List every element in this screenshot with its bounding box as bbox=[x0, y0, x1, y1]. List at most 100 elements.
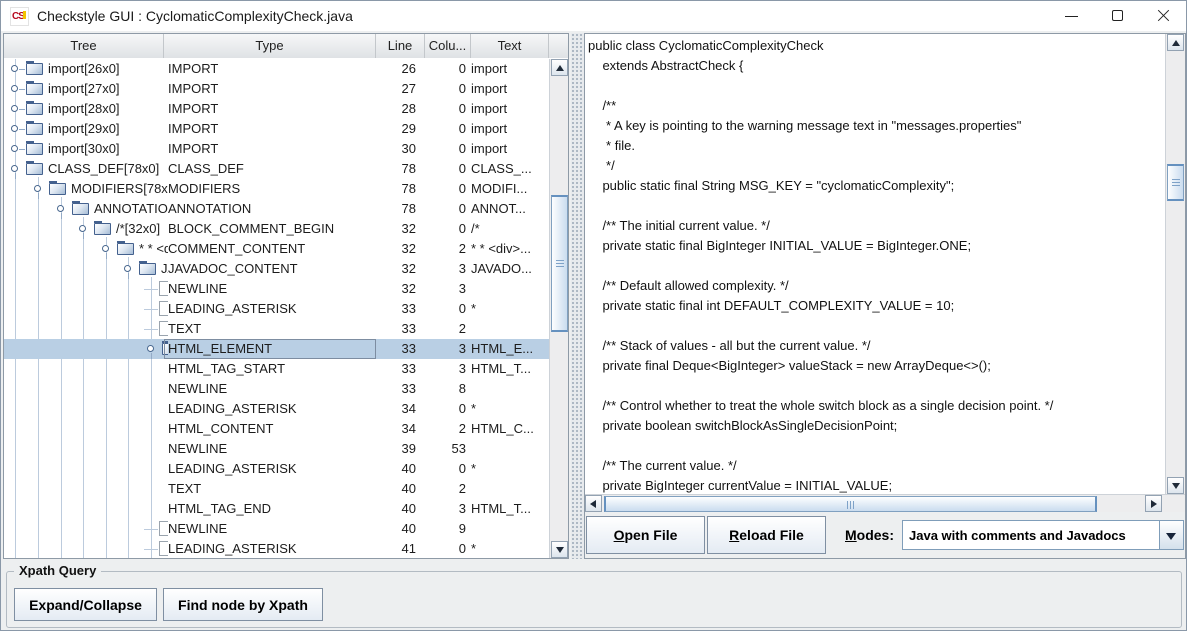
code-line bbox=[588, 436, 1165, 456]
table-row[interactable]: import[27x0]IMPORT270import bbox=[4, 79, 549, 99]
scroll-right-button[interactable] bbox=[1145, 495, 1162, 512]
column-header-type[interactable]: Type bbox=[164, 34, 376, 58]
table-row[interactable]: HTML_TAG_END403HTML_T... bbox=[4, 499, 549, 519]
code-scrollbar-thumb[interactable] bbox=[1167, 164, 1184, 201]
table-scrollbar-thumb[interactable] bbox=[551, 195, 568, 332]
table-row[interactable]: TEXT332 bbox=[4, 319, 549, 339]
expand-collapse-button[interactable]: Expand/Collapse bbox=[14, 588, 157, 621]
tree-expand-handle[interactable] bbox=[102, 245, 109, 252]
open-file-button[interactable]: Open File bbox=[586, 516, 705, 554]
scroll-up-button[interactable] bbox=[551, 59, 568, 76]
column-header-text[interactable]: Text bbox=[471, 34, 549, 58]
scroll-up-button[interactable] bbox=[1167, 34, 1184, 51]
table-row[interactable]: import[28x0]IMPORT280import bbox=[4, 99, 549, 119]
table-row[interactable]: ANNOTATION[78x0]ANNOTATION780ANNOT... bbox=[4, 199, 549, 219]
tree-expand-handle[interactable] bbox=[79, 225, 86, 232]
type-cell: COMMENT_CONTENT bbox=[164, 239, 376, 259]
table-row[interactable]: * * <div>...COMMENT_CONTENT322* * <div>.… bbox=[4, 239, 549, 259]
text-cell bbox=[471, 519, 549, 539]
table-row[interactable]: import[26x0]IMPORT260import bbox=[4, 59, 549, 79]
tree-expand-handle[interactable] bbox=[11, 165, 18, 172]
text-cell: HTML_E... bbox=[471, 339, 549, 359]
line-cell: 27 bbox=[376, 79, 425, 99]
tree-node-label: /*[32x0] bbox=[116, 219, 160, 239]
line-cell: 78 bbox=[376, 199, 425, 219]
leaf-icon bbox=[159, 321, 168, 336]
tree-connector bbox=[144, 289, 158, 290]
source-code-view[interactable]: public class CyclomaticComplexityCheck e… bbox=[585, 34, 1165, 494]
type-cell: LEADING_ASTERISK bbox=[164, 399, 376, 419]
modes-combobox[interactable]: Java with comments and Javadocs bbox=[902, 520, 1184, 550]
folder-icon bbox=[26, 123, 43, 135]
code-hscrollbar-thumb[interactable] bbox=[604, 496, 1097, 512]
table-row[interactable]: LEADING_ASTERISK340* bbox=[4, 399, 549, 419]
table-row[interactable]: NEWLINE3953 bbox=[4, 439, 549, 459]
tree-expand-handle[interactable] bbox=[11, 65, 18, 72]
maximize-button[interactable] bbox=[1094, 1, 1140, 31]
table-row[interactable]: MODIFIERS[78x0]MODIFIERS780MODIFI... bbox=[4, 179, 549, 199]
table-row[interactable]: JAVADOC_CONTENTJAVADOC_CONTENT323JAVADO.… bbox=[4, 259, 549, 279]
table-row[interactable]: HTML_CONTENT342HTML_C... bbox=[4, 419, 549, 439]
type-cell: ANNOTATION bbox=[164, 199, 376, 219]
split-pane-divider[interactable] bbox=[571, 33, 584, 559]
tree-expand-handle[interactable] bbox=[11, 145, 18, 152]
scroll-down-button[interactable] bbox=[1167, 477, 1184, 494]
code-line: private static final BigInteger INITIAL_… bbox=[588, 236, 1165, 256]
close-button[interactable] bbox=[1140, 1, 1186, 31]
tree-expand-handle[interactable] bbox=[147, 345, 154, 352]
minimize-button[interactable] bbox=[1048, 1, 1094, 31]
tree-cell bbox=[4, 319, 168, 339]
tree-expand-handle[interactable] bbox=[11, 105, 18, 112]
table-row[interactable]: import[30x0]IMPORT300import bbox=[4, 139, 549, 159]
column-cell: 0 bbox=[425, 539, 471, 558]
modes-combobox-dropdown-button[interactable] bbox=[1159, 520, 1184, 550]
tree-cell: CLASS_DEF[78x0] bbox=[4, 159, 168, 179]
line-cell: 34 bbox=[376, 419, 425, 439]
table-row[interactable]: /*[32x0]BLOCK_COMMENT_BEGIN320/* bbox=[4, 219, 549, 239]
tree-cell bbox=[4, 439, 168, 459]
folder-icon bbox=[26, 103, 43, 115]
tree-expand-handle[interactable] bbox=[34, 185, 41, 192]
scroll-left-button[interactable] bbox=[585, 495, 602, 512]
text-cell: import bbox=[471, 119, 549, 139]
tree-expand-handle[interactable] bbox=[124, 265, 131, 272]
tree-cell: * * <div>... bbox=[4, 239, 168, 259]
type-cell: IMPORT bbox=[164, 59, 376, 79]
scroll-down-button[interactable] bbox=[551, 541, 568, 558]
type-cell: CLASS_DEF bbox=[164, 159, 376, 179]
table-row[interactable]: import[29x0]IMPORT290import bbox=[4, 119, 549, 139]
title-bar: CS Checkstyle GUI : CyclomaticComplexity… bbox=[1, 1, 1186, 31]
text-cell: import bbox=[471, 99, 549, 119]
table-row[interactable]: CLASS_DEF[78x0]CLASS_DEF780CLASS_... bbox=[4, 159, 549, 179]
tree-expand-handle[interactable] bbox=[11, 85, 18, 92]
column-header-column[interactable]: Colu... bbox=[425, 34, 471, 58]
tree-expand-handle[interactable] bbox=[11, 125, 18, 132]
find-node-by-xpath-button[interactable]: Find node by Xpath bbox=[163, 588, 323, 621]
table-row[interactable]: LEADING_ASTERISK410* bbox=[4, 539, 549, 558]
tree-expand-handle[interactable] bbox=[57, 205, 64, 212]
line-cell: 40 bbox=[376, 499, 425, 519]
type-cell: HTML_ELEMENT bbox=[164, 339, 376, 359]
reload-file-button[interactable]: Reload File bbox=[707, 516, 826, 554]
text-cell bbox=[471, 379, 549, 399]
column-cell: 2 bbox=[425, 239, 471, 259]
table-row[interactable]: NEWLINE338 bbox=[4, 379, 549, 399]
table-row[interactable]: LEADING_ASTERISK400* bbox=[4, 459, 549, 479]
folder-icon bbox=[117, 243, 134, 255]
table-row[interactable]: TEXT402 bbox=[4, 479, 549, 499]
table-row[interactable]: LEADING_ASTERISK330* bbox=[4, 299, 549, 319]
code-line: */ bbox=[588, 156, 1165, 176]
text-cell bbox=[471, 319, 549, 339]
column-cell: 2 bbox=[425, 479, 471, 499]
type-cell: LEADING_ASTERISK bbox=[164, 539, 376, 558]
type-cell: IMPORT bbox=[164, 139, 376, 159]
modes-combobox-value[interactable]: Java with comments and Javadocs bbox=[902, 520, 1159, 550]
table-row[interactable]: NEWLINE323 bbox=[4, 279, 549, 299]
column-header-tree[interactable]: Tree bbox=[4, 34, 164, 58]
table-row[interactable]: HTML_TAG_START333HTML_T... bbox=[4, 359, 549, 379]
column-header-line[interactable]: Line bbox=[376, 34, 425, 58]
table-row[interactable]: NEWLINE409 bbox=[4, 519, 549, 539]
code-line: extends AbstractCheck { bbox=[588, 56, 1165, 76]
minimize-icon bbox=[1065, 16, 1078, 17]
table-row[interactable]: HTML_ELEMENT333HTML_E... bbox=[4, 339, 549, 359]
